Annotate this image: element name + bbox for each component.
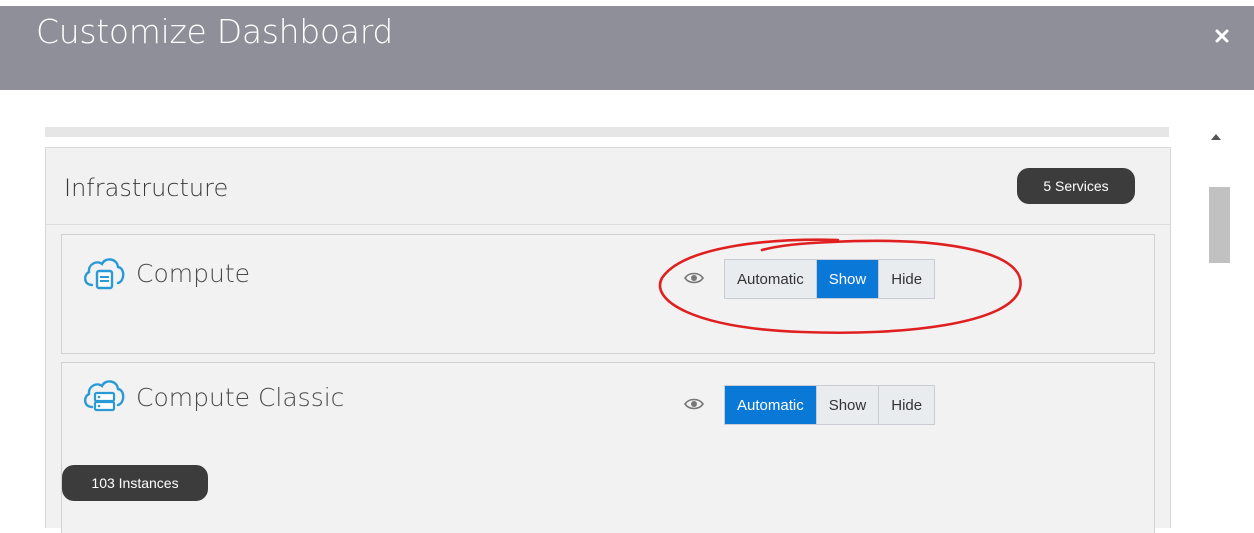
service-card-compute: Compute Automatic Show Hide [61,234,1155,354]
service-name: Compute [136,259,251,288]
service-card-compute-classic: Compute Classic Automatic Show Hide 103 … [61,362,1155,533]
scrollbar-thumb[interactable] [1209,187,1230,263]
dialog-title: Customize Dashboard [36,12,394,51]
dialog-body: Infrastructure 5 Services Compute Automa… [0,90,1254,533]
automatic-option[interactable]: Automatic [725,386,817,424]
visibility-toggle: Automatic Show Hide [724,385,936,425]
automatic-option[interactable]: Automatic [725,260,817,298]
dialog-header: Customize Dashboard [0,6,1254,90]
cloud-compute-icon [84,258,125,290]
cloud-compute-classic-icon [84,380,125,412]
instances-count-badge: 103 Instances [62,465,208,501]
hide-option[interactable]: Hide [879,260,934,298]
eye-icon [684,398,704,410]
service-name: Compute Classic [136,383,345,412]
section-bar [45,127,1169,137]
infrastructure-panel: Infrastructure 5 Services Compute Automa… [45,147,1171,533]
close-button[interactable] [1210,24,1234,48]
show-option[interactable]: Show [816,260,880,298]
group-title: Infrastructure [64,174,229,202]
scrollbar[interactable] [1203,127,1233,520]
eye-icon [684,272,704,284]
services-count-badge: 5 Services [1017,168,1135,204]
visibility-toggle: Automatic Show Hide [724,259,936,299]
panel-divider [46,224,1170,225]
show-option[interactable]: Show [817,386,880,424]
hide-option[interactable]: Hide [879,386,934,424]
scroll-up-arrow[interactable] [1211,134,1221,140]
close-icon [1215,29,1229,43]
